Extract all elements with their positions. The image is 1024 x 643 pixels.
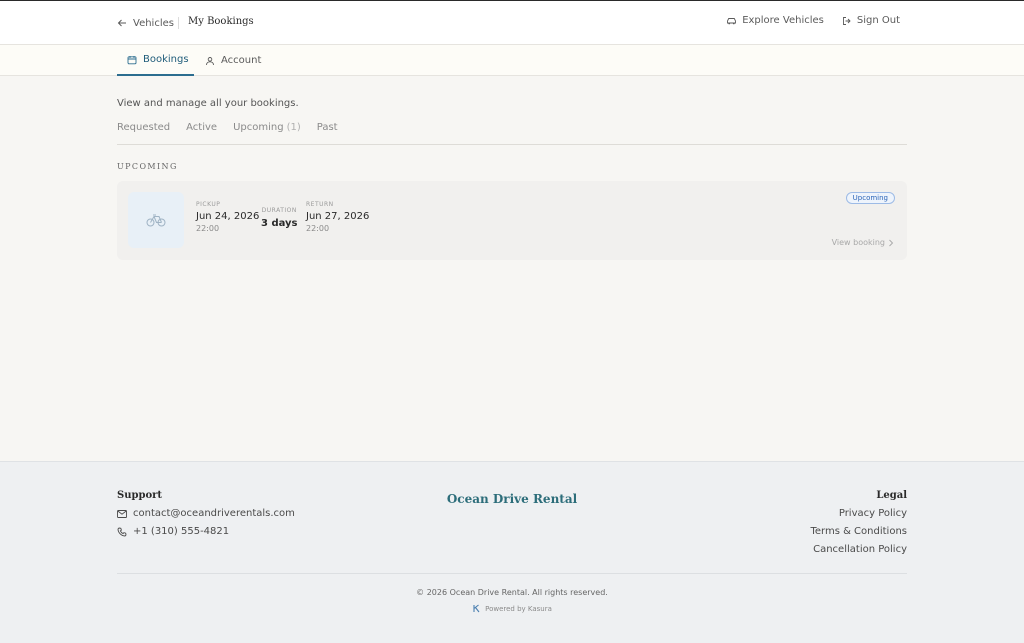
filter-upcoming-label: Upcoming bbox=[233, 122, 284, 133]
tab-bar: Bookings Account bbox=[0, 45, 1024, 76]
calendar-icon bbox=[127, 55, 137, 65]
filter-requested[interactable]: Requested bbox=[117, 122, 170, 144]
page-intro: View and manage all your bookings. bbox=[117, 98, 299, 109]
view-booking-label: View booking bbox=[831, 238, 885, 247]
explore-vehicles-link[interactable]: Explore Vehicles bbox=[726, 15, 824, 26]
vehicle-thumbnail bbox=[128, 192, 184, 248]
return-date: Jun 27, 2026 bbox=[306, 211, 370, 222]
car-icon bbox=[726, 16, 737, 26]
back-to-vehicles-link[interactable]: Vehicles bbox=[117, 15, 174, 31]
footer-divider bbox=[117, 573, 907, 574]
support-phone: +1 (310) 555-4821 bbox=[133, 526, 230, 537]
sign-out-icon bbox=[842, 16, 852, 26]
filter-active[interactable]: Active bbox=[186, 122, 217, 144]
top-bar: Vehicles My Bookings Explore Vehicles Si… bbox=[0, 0, 1024, 45]
pickup-date: Jun 24, 2026 bbox=[196, 211, 260, 222]
back-link-label: Vehicles bbox=[133, 17, 174, 29]
breadcrumb-divider bbox=[178, 17, 179, 29]
booking-card[interactable]: PICKUP Jun 24, 2026 22:00 DURATION 3 day… bbox=[117, 181, 907, 260]
support-email-link[interactable]: contact@oceandriverentals.com bbox=[117, 508, 295, 519]
footer-brand-logo[interactable]: Ocean Drive Rental bbox=[0, 492, 1024, 506]
phone-icon bbox=[117, 527, 127, 537]
pickup-time: 22:00 bbox=[196, 224, 220, 233]
footer: Support contact@oceandriverentals.com +1… bbox=[0, 461, 1024, 643]
explore-vehicles-label: Explore Vehicles bbox=[742, 15, 824, 26]
support-phone-link[interactable]: +1 (310) 555-4821 bbox=[117, 526, 229, 537]
pickup-label: PICKUP bbox=[196, 201, 221, 208]
user-icon bbox=[205, 56, 215, 66]
support-email: contact@oceandriverentals.com bbox=[133, 508, 295, 519]
powered-by-label: Powered by Kasura bbox=[485, 604, 552, 613]
section-heading-upcoming: UPCOMING bbox=[117, 162, 178, 171]
pickup-info: PICKUP Jun 24, 2026 22:00 bbox=[196, 201, 259, 233]
status-badge: Upcoming bbox=[845, 192, 895, 204]
duration-value: 3 days bbox=[261, 218, 298, 229]
filter-upcoming-count: (1) bbox=[286, 122, 301, 133]
kasura-logo-icon bbox=[472, 604, 481, 613]
privacy-policy-link[interactable]: Privacy Policy bbox=[839, 508, 907, 519]
copyright-text: © 2026 Ocean Drive Rental. All rights re… bbox=[416, 588, 608, 597]
page-title: My Bookings bbox=[188, 16, 254, 27]
view-booking-link[interactable]: View booking bbox=[832, 238, 894, 247]
bicycle-icon bbox=[146, 213, 166, 227]
terms-conditions-link[interactable]: Terms & Conditions bbox=[810, 526, 907, 537]
chevron-right-icon bbox=[888, 239, 894, 247]
filter-upcoming[interactable]: Upcoming (1) bbox=[233, 122, 301, 144]
arrow-left-icon bbox=[117, 18, 127, 28]
tab-bookings[interactable]: Bookings bbox=[117, 45, 194, 76]
tab-account[interactable]: Account bbox=[205, 45, 261, 76]
cancellation-policy-link[interactable]: Cancellation Policy bbox=[813, 544, 907, 555]
powered-by-link[interactable]: Powered by Kasura bbox=[0, 604, 1024, 613]
return-label: RETURN bbox=[306, 201, 334, 208]
return-time: 22:00 bbox=[306, 224, 330, 233]
duration-info: DURATION 3 days bbox=[261, 207, 298, 229]
sign-out-label: Sign Out bbox=[856, 15, 900, 26]
mail-icon bbox=[117, 509, 127, 518]
legal-heading: Legal bbox=[876, 490, 907, 501]
duration-label: DURATION bbox=[261, 207, 297, 214]
booking-filter-tabs: Requested Active Upcoming (1) Past bbox=[117, 122, 907, 145]
tab-account-label: Account bbox=[221, 55, 262, 66]
filter-past[interactable]: Past bbox=[317, 122, 338, 144]
sign-out-button[interactable]: Sign Out bbox=[842, 15, 900, 26]
tab-bookings-label: Bookings bbox=[143, 54, 189, 65]
return-info: RETURN Jun 27, 2026 22:00 bbox=[306, 201, 369, 233]
